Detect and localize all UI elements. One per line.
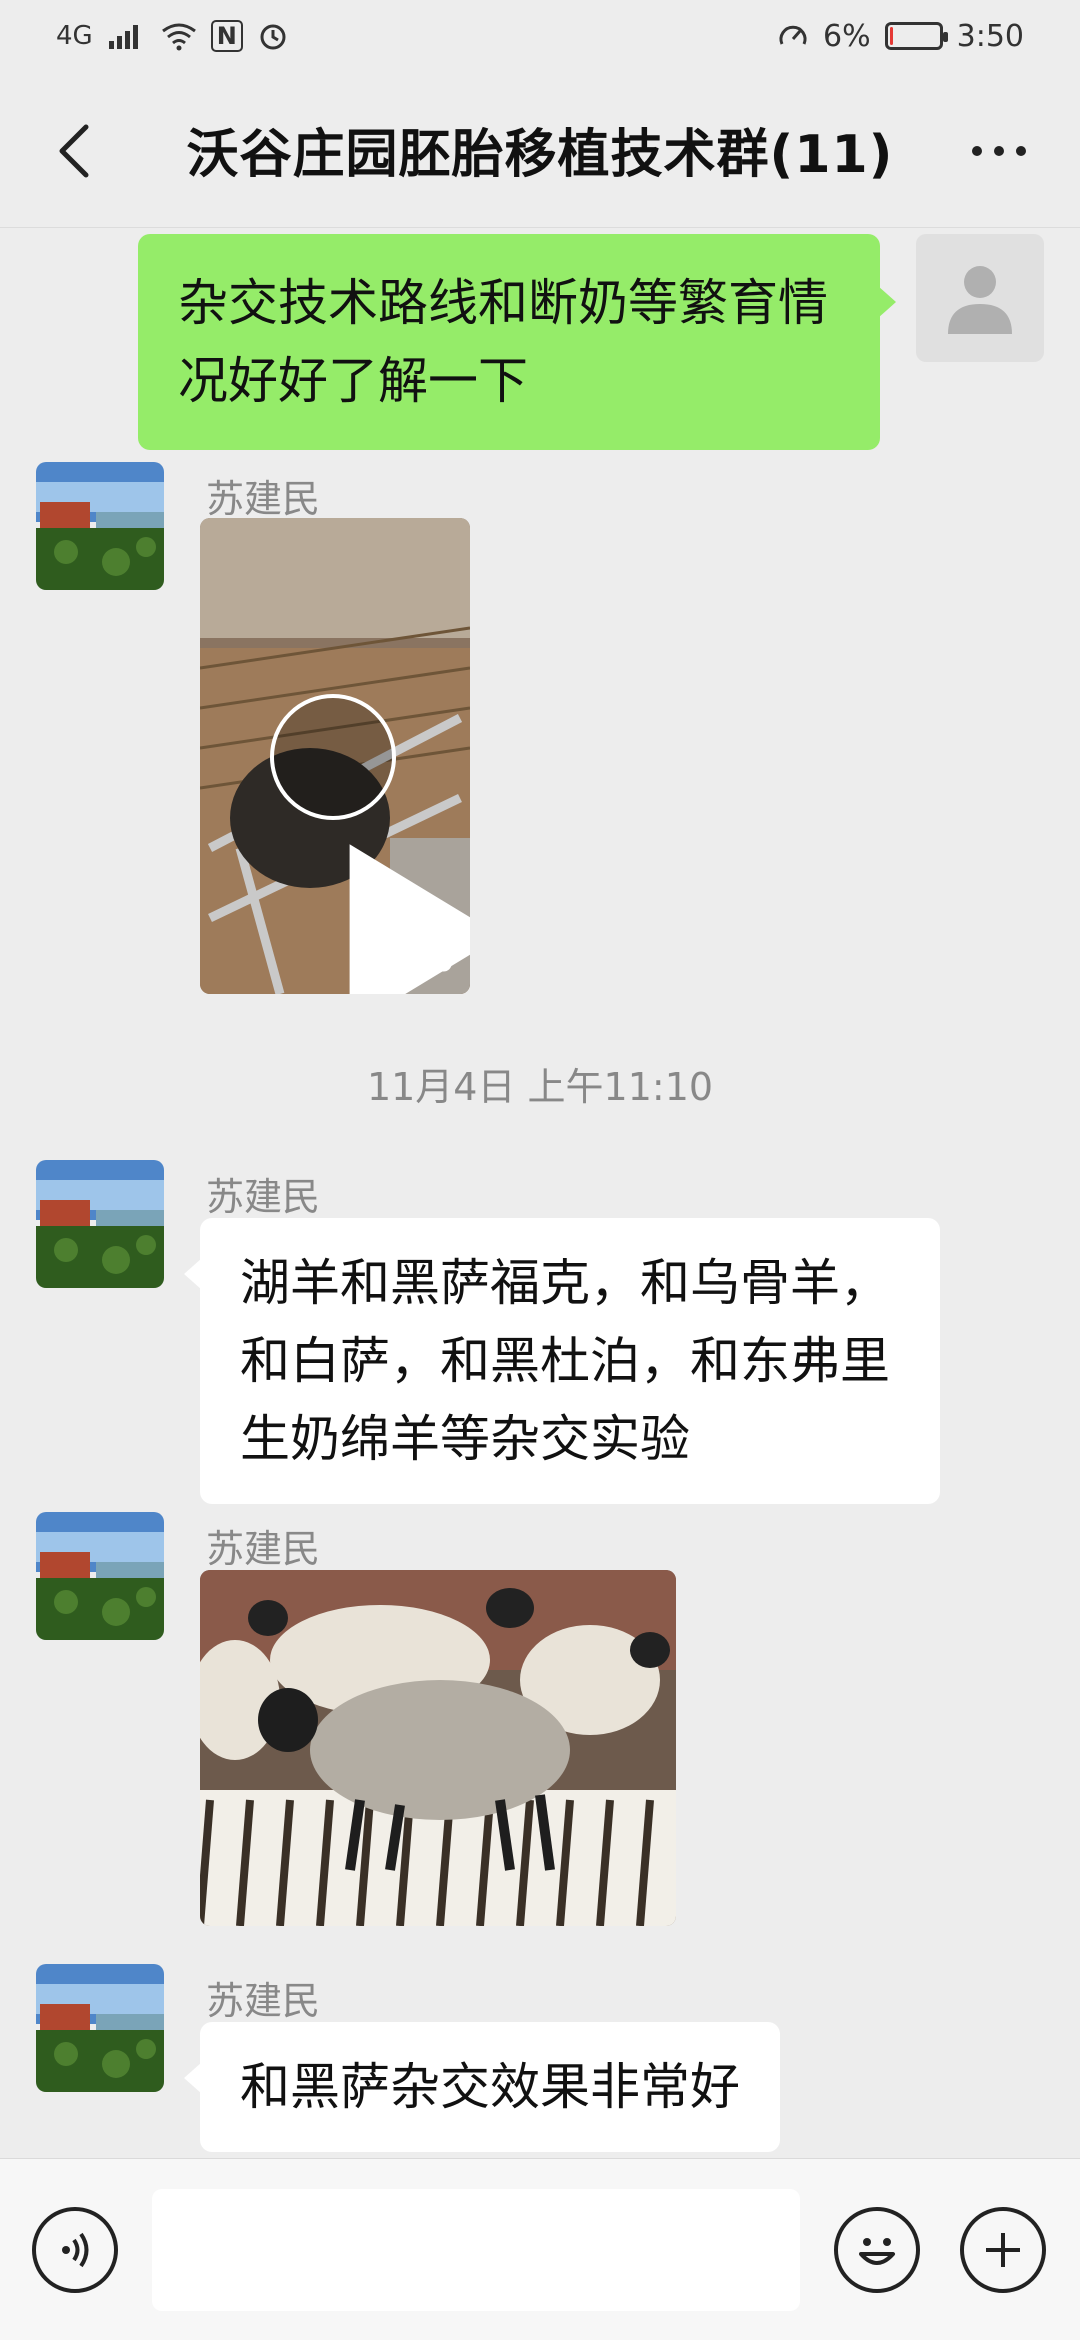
emoji-icon — [859, 2238, 895, 2265]
wifi-icon — [161, 23, 196, 51]
chevron-left-icon — [59, 124, 89, 178]
sheep-photo — [200, 1570, 676, 1926]
more-dots-icon — [972, 146, 982, 156]
sender-name: 苏建民 — [206, 1175, 321, 1219]
message-bubble[interactable]: 和黑萨杂交效果非常好 — [184, 2022, 780, 2152]
self-avatar[interactable] — [916, 234, 1044, 362]
voice-icon — [62, 2232, 89, 2268]
video-duration: 0:16 — [373, 939, 454, 980]
voice-button[interactable] — [32, 2207, 118, 2293]
page-title: 沃谷庄园胚胎移植技术群(11) — [186, 125, 894, 185]
avatar-image — [36, 462, 164, 590]
sender-name: 苏建民 — [206, 1979, 321, 2023]
sender-name: 苏建民 — [206, 1527, 321, 1571]
avatar[interactable] — [36, 1160, 164, 1288]
alarm-icon — [260, 24, 286, 50]
sender-name: 苏建民 — [206, 477, 321, 521]
default-user-icon — [948, 266, 1012, 334]
nfc-icon: N — [210, 20, 243, 52]
network-type: 4G — [56, 21, 93, 51]
plus-button[interactable] — [960, 2207, 1046, 2293]
more-button[interactable] — [954, 116, 1044, 186]
plus-icon — [986, 2233, 1020, 2267]
message-input[interactable] — [152, 2189, 800, 2311]
image-message[interactable] — [200, 1570, 676, 1926]
avatar-image — [36, 1964, 164, 2092]
clock-time: 3:50 — [956, 18, 1024, 54]
back-button[interactable] — [40, 116, 110, 186]
message-input-bar — [0, 2158, 1080, 2340]
chat-messages[interactable]: 杂交技术路线和断奶等繁育情况好好了解一下 苏建民 0:16 11月4日 上午11… — [0, 228, 1080, 2158]
message-bubble-self[interactable]: 杂交技术路线和断奶等繁育情况好好了解一下 — [138, 234, 896, 450]
avatar[interactable] — [36, 1512, 164, 1640]
avatar-image — [36, 1160, 164, 1288]
avatar[interactable] — [36, 462, 164, 590]
data-speed-icon — [779, 25, 807, 45]
video-message[interactable]: 0:16 — [200, 518, 470, 994]
status-bar: 4G N 6% 3:50 — [0, 0, 1080, 72]
message-timestamp: 11月4日 上午11:10 — [366, 1065, 714, 1109]
avatar-image — [36, 1512, 164, 1640]
avatar[interactable] — [36, 1964, 164, 2092]
signal-icon — [108, 25, 138, 49]
battery-percent: 6% — [823, 18, 871, 54]
status-left: 4G N — [56, 20, 289, 52]
play-button[interactable] — [270, 694, 470, 994]
chat-header: 沃谷庄园胚胎移植技术群(11) — [0, 72, 1080, 228]
emoji-button[interactable] — [834, 2207, 920, 2293]
message-bubble[interactable]: 湖羊和黑萨福克，和乌骨羊，和白萨，和黑杜泊，和东弗里生奶绵羊等杂交实验 — [184, 1218, 940, 1504]
battery-level-fill — [889, 27, 893, 45]
battery-icon — [884, 22, 948, 50]
status-right: 6% 3:50 — [777, 19, 1024, 54]
